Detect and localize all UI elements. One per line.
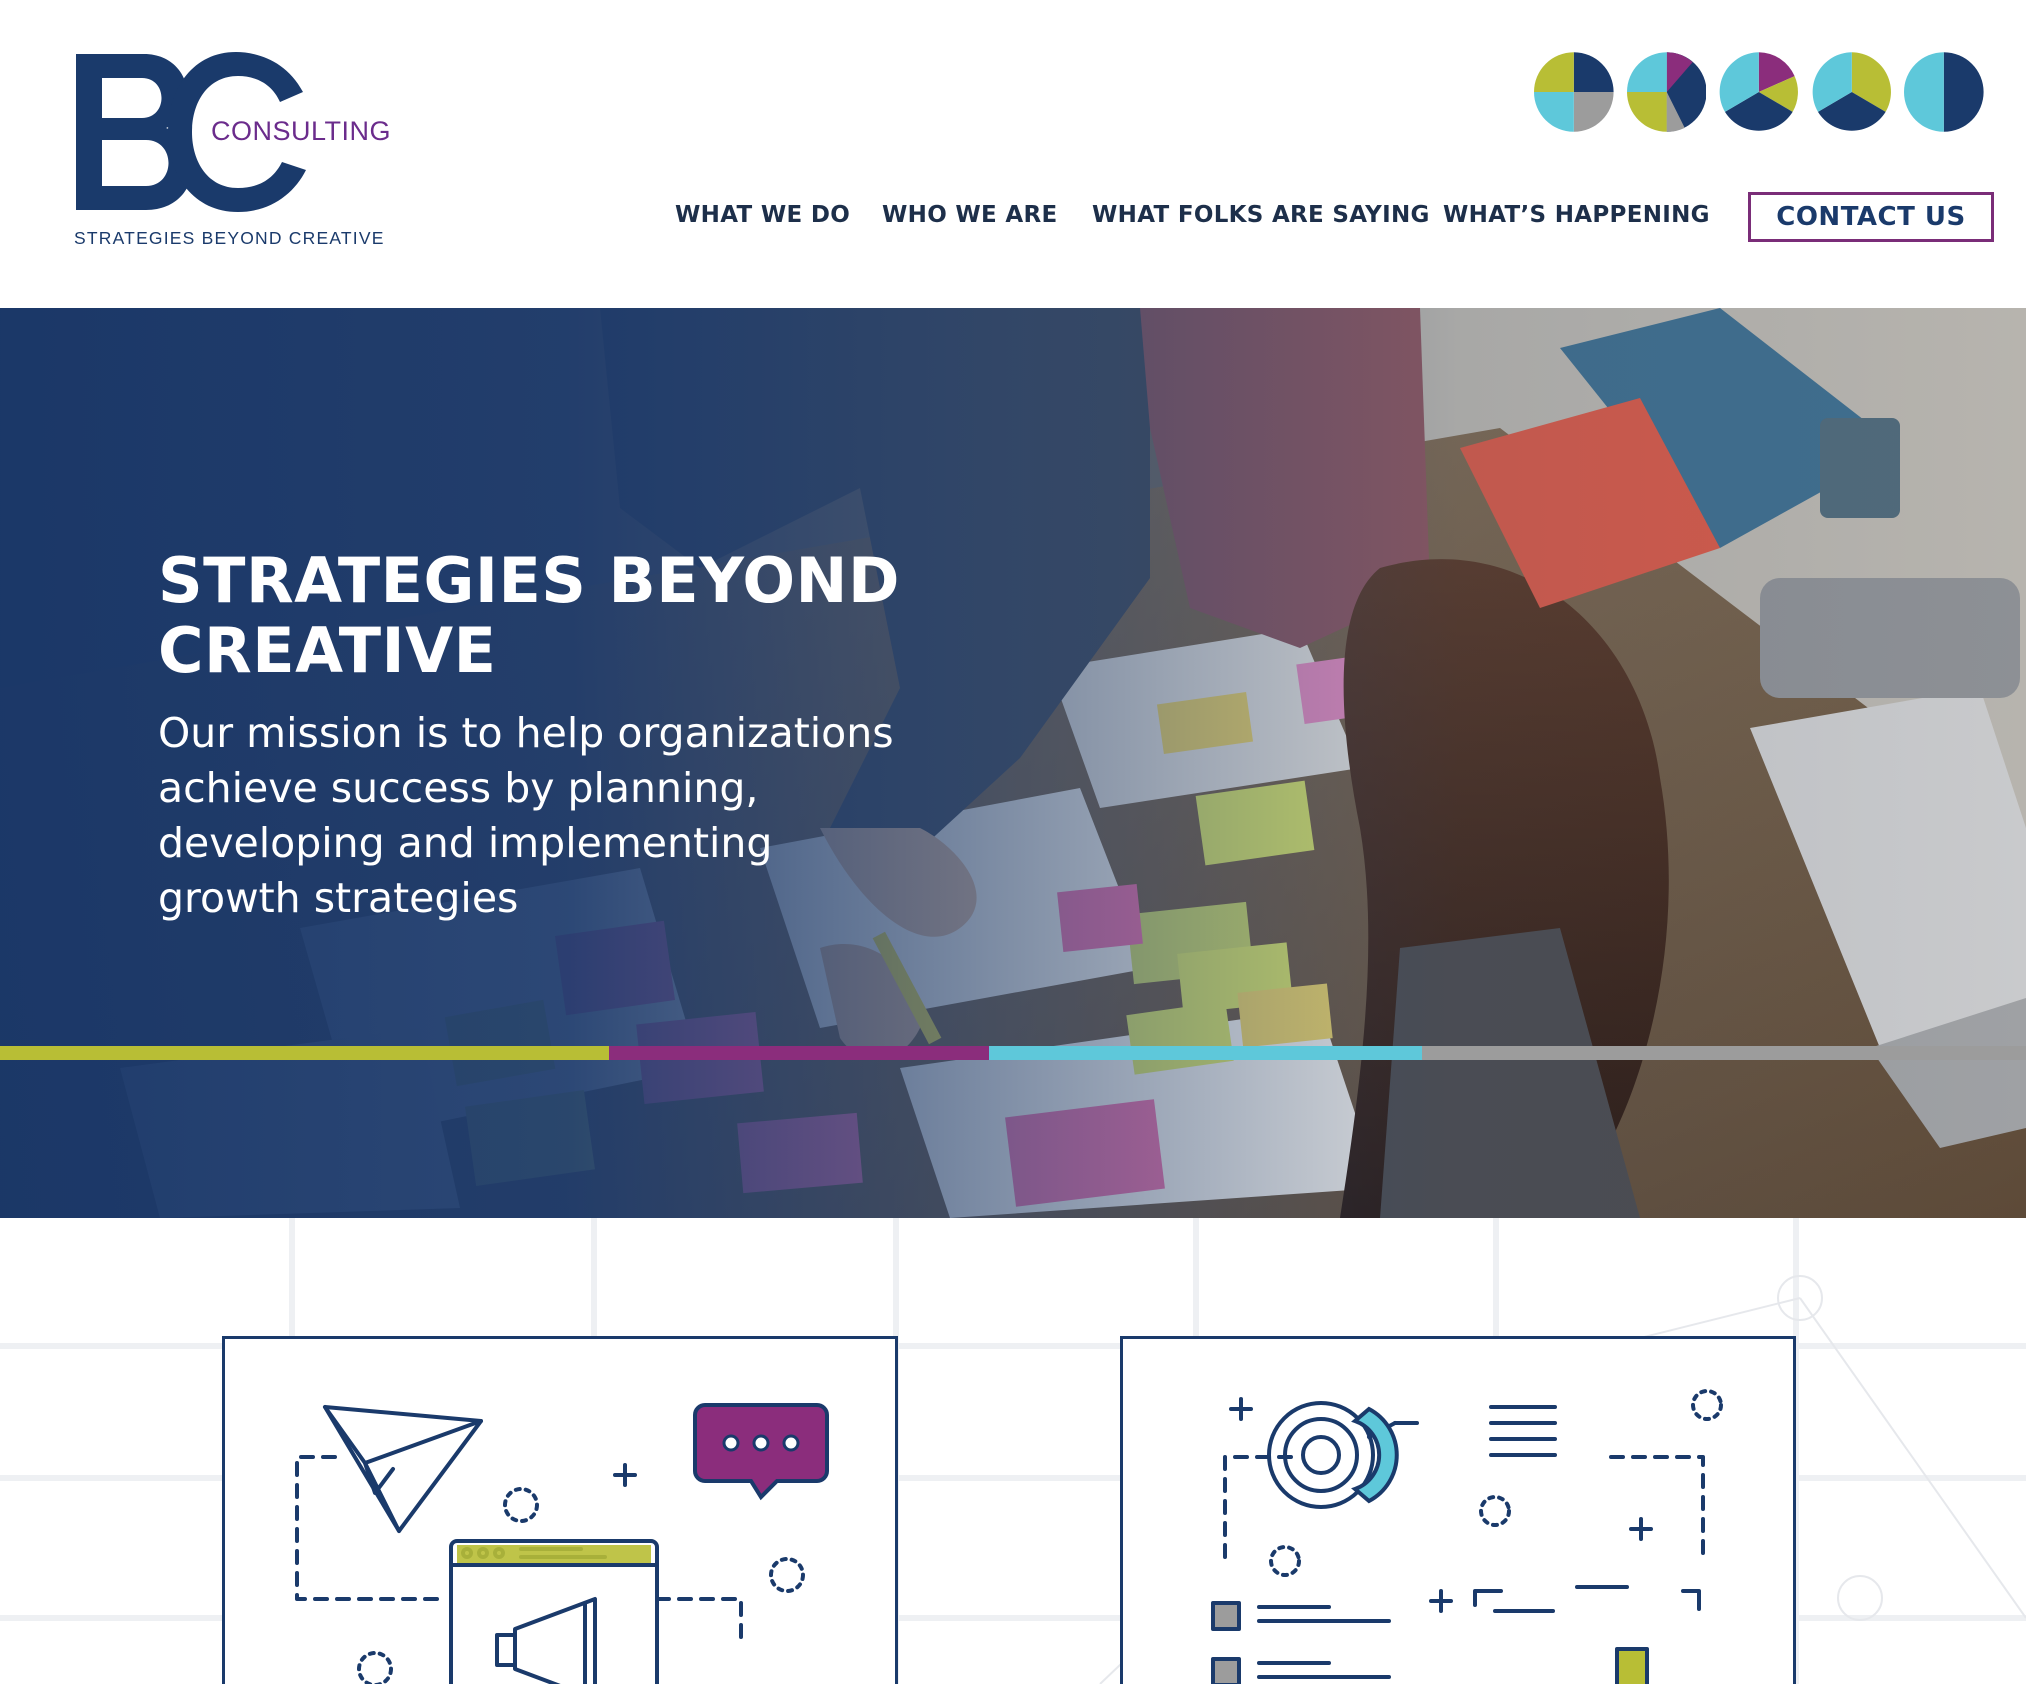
tri-pie-alt-icon — [1812, 52, 1891, 131]
bc-consulting-logo[interactable]: CONSULTING STRATEGIES BEYOND CREATIVE — [74, 52, 404, 252]
color-dot-row — [1534, 52, 1984, 134]
main-nav: WHAT WE DO WHO WE ARE WHAT FOLKS ARE SAY… — [660, 192, 2000, 246]
hero-title-line-1: STRATEGIES BEYOND — [158, 544, 900, 617]
hero-mission-line-1: Our mission is to help organizations — [158, 709, 894, 757]
services-section — [0, 1218, 2026, 1684]
half-pie-icon — [1904, 52, 1984, 132]
tri-pie-icon — [1719, 52, 1799, 131]
service-card-analytics[interactable] — [1120, 1336, 1796, 1684]
site-header: CONSULTING STRATEGIES BEYOND CREATIVE WH… — [0, 0, 2026, 308]
service-card-marketing[interactable] — [222, 1336, 898, 1684]
hero-title-line-2: CREATIVE — [158, 614, 497, 687]
nav-what-folks-are-saying[interactable]: WHAT FOLKS ARE SAYING — [1092, 202, 1430, 228]
contact-us-button[interactable]: CONTACT US — [1748, 192, 1994, 242]
hero-mission-line-3: developing and implementing — [158, 819, 773, 867]
logo-word: CONSULTING — [211, 116, 392, 146]
stripe-gray — [1422, 1046, 2026, 1060]
nav-whats-happening[interactable]: WHAT’S HAPPENING — [1443, 202, 1710, 228]
hero-mission-text: Our mission is to help organizations ach… — [158, 706, 918, 926]
stripe-purple — [609, 1046, 989, 1060]
nav-who-we-are[interactable]: WHO WE ARE — [882, 202, 1058, 228]
stripe-lime — [0, 1046, 609, 1060]
color-stripe-divider — [0, 1046, 2026, 1060]
hero-mission-line-4: growth strategies — [158, 874, 519, 922]
hero-banner: STRATEGIES BEYOND CREATIVE Our mission i… — [0, 308, 2026, 1218]
hero-mission-line-2: achieve success by planning, — [158, 764, 759, 812]
split-pie-icon — [1626, 52, 1707, 132]
analytics-dashboard-illustration — [1211, 1389, 1723, 1684]
marketing-megaphone-illustration — [295, 1403, 829, 1684]
quarter-pie-icon — [1534, 52, 1614, 132]
stripe-cyan — [989, 1046, 1422, 1060]
nav-what-we-do[interactable]: WHAT WE DO — [675, 202, 850, 228]
hero-title: STRATEGIES BEYOND CREATIVE — [158, 546, 918, 686]
logo-tagline: STRATEGIES BEYOND CREATIVE — [74, 228, 385, 248]
